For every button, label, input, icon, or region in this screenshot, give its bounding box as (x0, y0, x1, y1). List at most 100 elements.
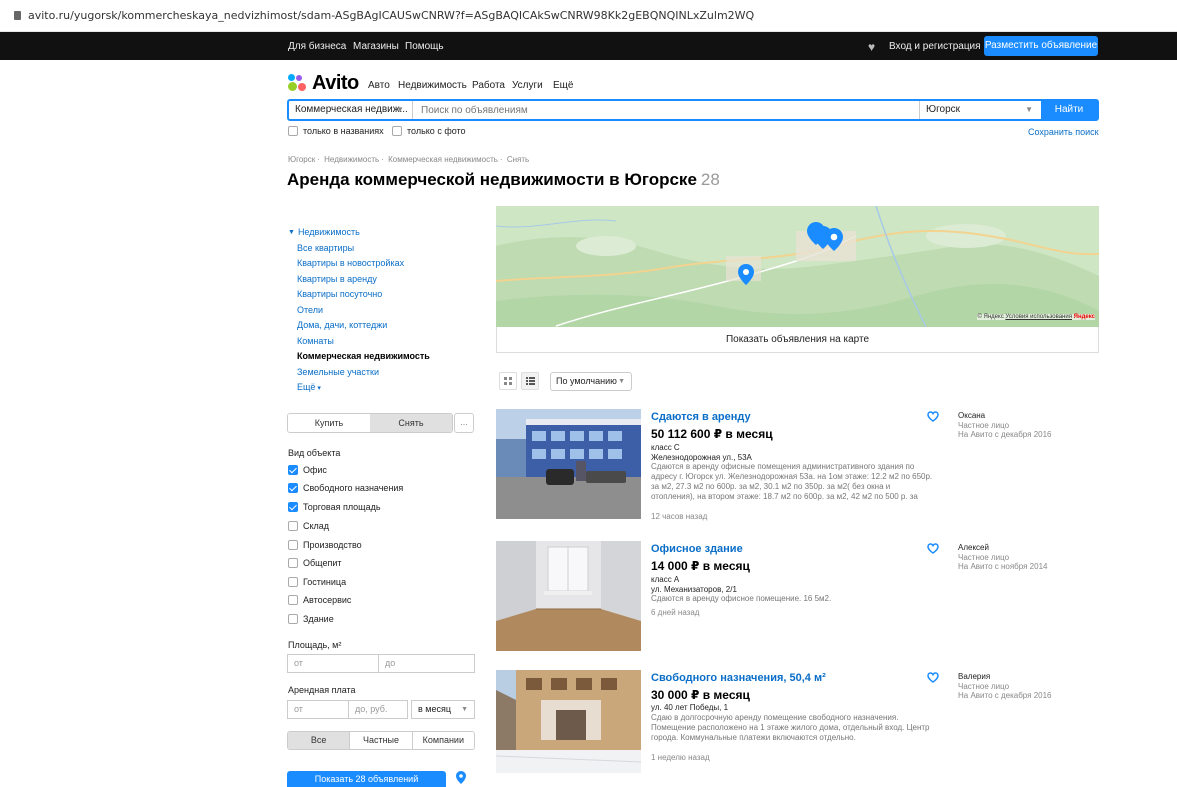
breadcrumb-commercial[interactable]: Коммерческая недвижимость (388, 155, 498, 164)
listing-title[interactable]: Офисное здание (651, 543, 743, 555)
nav-auto[interactable]: Авто (368, 80, 390, 91)
city-select[interactable]: Югорск ▼ (919, 101, 1043, 119)
show-results-button[interactable]: Показать 28 объявлений (287, 771, 446, 787)
page-info-icon[interactable] (14, 11, 21, 20)
listing-item[interactable]: Свободного назначения, 50,4 м² 30 000 ₽ … (496, 670, 1099, 775)
breadcrumb-realty[interactable]: Недвижимость (324, 155, 379, 164)
category-houses[interactable]: Дома, дачи, коттеджи (288, 318, 430, 334)
map-pin-icon[interactable] (456, 771, 466, 787)
category-root-realty[interactable]: ▼ Недвижимость (288, 225, 430, 241)
category-rooms[interactable]: Комнаты (288, 334, 430, 350)
rent-period-select[interactable]: в месяц ▼ (411, 700, 475, 719)
breadcrumb-city[interactable]: Югорск (288, 155, 315, 164)
object-type-autoservice[interactable]: Автосервис (288, 595, 351, 605)
object-type-warehouse[interactable]: Склад (288, 521, 329, 531)
seller-all-button[interactable]: Все (288, 732, 351, 749)
category-flats-daily[interactable]: Квартиры посуточно (288, 287, 430, 303)
search-button[interactable]: Найти (1041, 101, 1097, 119)
seller-name[interactable]: Оксана (958, 411, 1052, 421)
topbar-link-shops[interactable]: Магазины (353, 41, 399, 52)
listing-price: 50 112 600 ₽ в месяц (651, 427, 773, 441)
listing-photo[interactable] (496, 541, 641, 651)
checkbox-box[interactable] (288, 595, 298, 605)
favorite-heart-icon[interactable] (927, 672, 939, 686)
nav-realty[interactable]: Недвижимость (398, 80, 467, 91)
search-input[interactable] (421, 101, 921, 119)
checkbox-box[interactable] (288, 577, 298, 587)
category-select[interactable]: Коммерческая недвиж... ▼ (289, 101, 413, 119)
browser-address-bar[interactable]: avito.ru/yugorsk/kommercheskaya_nedvizhi… (0, 0, 1177, 32)
only-titles-checkbox[interactable]: только в названиях (288, 126, 384, 136)
object-type-free-label: Свободного назначения (303, 483, 404, 493)
object-type-building[interactable]: Здание (288, 614, 334, 624)
category-land[interactable]: Земельные участки (288, 365, 430, 381)
post-ad-button[interactable]: Разместить объявление (984, 36, 1098, 56)
seller-company-button[interactable]: Компании (412, 732, 474, 749)
listing-title[interactable]: Сдаются в аренду (651, 411, 751, 423)
object-type-hotel[interactable]: Гостиница (288, 577, 346, 587)
seller-name[interactable]: Валерия (958, 672, 1052, 682)
checkbox-box[interactable] (392, 126, 402, 136)
area-from-input[interactable]: от (287, 654, 379, 673)
favorite-heart-icon[interactable] (927, 543, 939, 557)
rent-from-input[interactable]: от (287, 700, 349, 719)
deal-rent-button[interactable]: Снять (370, 414, 452, 432)
object-type-production[interactable]: Производство (288, 540, 362, 550)
only-photo-checkbox[interactable]: только с фото (392, 126, 466, 136)
checkbox-box[interactable] (288, 521, 298, 531)
breadcrumb-rent[interactable]: Снять (507, 155, 529, 164)
object-type-catering[interactable]: Общепит (288, 558, 342, 568)
rent-to-input[interactable]: до, руб. (348, 700, 408, 719)
login-link[interactable]: Вход и регистрация (889, 41, 981, 52)
checkbox-checked[interactable] (288, 483, 298, 493)
deal-buy-button[interactable]: Купить (288, 414, 370, 432)
nav-more[interactable]: Ещё (553, 80, 573, 91)
listing-date: 6 дней назад (651, 608, 700, 617)
map-view[interactable]: © Яндекс Условия использования Яндекс (496, 206, 1099, 327)
topbar-link-business[interactable]: Для бизнеса (288, 41, 346, 52)
checkbox-box[interactable] (288, 126, 298, 136)
deal-more-button[interactable]: ... (454, 413, 474, 433)
top-bar: Для бизнеса Магазины Помощь ♥ Вход и рег… (0, 32, 1177, 60)
object-type-office[interactable]: Офис (288, 465, 327, 475)
only-photo-label: только с фото (407, 126, 466, 136)
object-type-free[interactable]: Свободного назначения (288, 483, 403, 493)
area-to-input[interactable]: до (378, 654, 475, 673)
sort-select[interactable]: По умолчанию ▼ (550, 372, 632, 391)
category-more[interactable]: Ещё ▾ (288, 380, 430, 397)
seller-name[interactable]: Алексей (958, 543, 1047, 553)
listing-title[interactable]: Свободного назначения, 50,4 м² (651, 672, 826, 684)
favorite-heart-icon[interactable] (927, 411, 939, 425)
category-new-buildings[interactable]: Квартиры в новостройках (288, 256, 430, 272)
yandex-logo[interactable]: Яндекс (1074, 314, 1095, 320)
checkbox-checked[interactable] (288, 502, 298, 512)
category-commercial[interactable]: Коммерческая недвижимость (288, 349, 430, 365)
seller-private-button[interactable]: Частные (350, 732, 413, 749)
object-type-retail-label: Торговая площадь (303, 502, 381, 512)
checkbox-checked[interactable] (288, 465, 298, 475)
listing-photo[interactable] (496, 409, 641, 519)
avito-logo[interactable]: Avito (288, 72, 359, 94)
listing-photo[interactable] (496, 670, 641, 773)
category-all-flats[interactable]: Все квартиры (288, 241, 430, 257)
url-text[interactable]: avito.ru/yugorsk/kommercheskaya_nedvizhi… (28, 9, 754, 22)
category-hotels[interactable]: Отели (288, 303, 430, 319)
nav-jobs[interactable]: Работа (472, 80, 505, 91)
checkbox-box[interactable] (288, 614, 298, 624)
list-view-icon[interactable] (521, 372, 539, 390)
save-search-link[interactable]: Сохранить поиск (1028, 127, 1099, 137)
checkbox-box[interactable] (288, 540, 298, 550)
seller-type-toggle: Все Частные Компании (287, 731, 475, 750)
object-type-retail[interactable]: Торговая площадь (288, 502, 381, 512)
grid-view-icon[interactable] (499, 372, 517, 390)
favorites-heart-icon[interactable]: ♥ (868, 40, 875, 54)
checkbox-box[interactable] (288, 558, 298, 568)
nav-services[interactable]: Услуги (512, 80, 543, 91)
category-flats-rent[interactable]: Квартиры в аренду (288, 272, 430, 288)
show-on-map-button[interactable]: Показать объявления на карте (496, 327, 1099, 353)
map-terms-link[interactable]: Условия использования (1005, 314, 1072, 320)
listing-item[interactable]: Офисное здание 14 000 ₽ в месяц класс А … (496, 541, 1099, 653)
topbar-link-help[interactable]: Помощь (405, 41, 444, 52)
listing-item[interactable]: Сдаются в аренду 50 112 600 ₽ в месяц кл… (496, 409, 1099, 521)
seller-type: Частное лицо (958, 420, 1010, 430)
